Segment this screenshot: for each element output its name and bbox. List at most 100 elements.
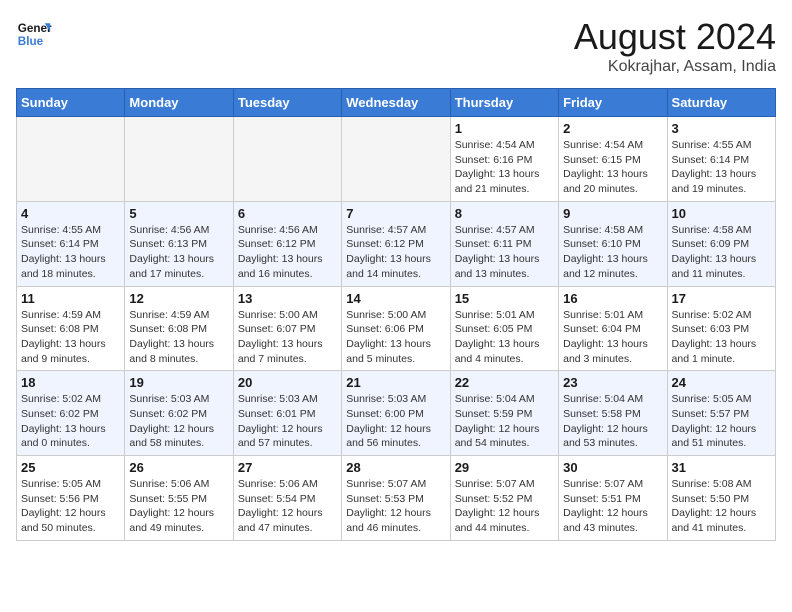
calendar-cell: 27Sunrise: 5:06 AMSunset: 5:54 PMDayligh… <box>233 456 341 541</box>
calendar-cell: 21Sunrise: 5:03 AMSunset: 6:00 PMDayligh… <box>342 371 450 456</box>
day-info: Sunrise: 4:54 AMSunset: 6:15 PMDaylight:… <box>563 138 662 197</box>
weekday-header-monday: Monday <box>125 89 233 117</box>
calendar-cell <box>233 117 341 202</box>
calendar-cell: 6 Sunrise: 4:56 AMSunset: 6:12 PMDaylight… <box>233 201 341 286</box>
day-number: 6 <box>238 206 337 221</box>
day-info: Sunrise: 5:04 AMSunset: 5:59 PMDaylight:… <box>455 392 554 451</box>
day-info: Sunrise: 5:06 AMSunset: 5:55 PMDaylight:… <box>129 477 228 536</box>
day-info: Sunrise: 5:05 AMSunset: 5:57 PMDaylight:… <box>672 392 771 451</box>
day-number: 17 <box>672 291 771 306</box>
day-info: Sunrise: 5:08 AMSunset: 5:50 PMDaylight:… <box>672 477 771 536</box>
calendar-cell: 18 Sunrise: 5:02 AMSunset: 6:02 PMDayligh… <box>17 371 125 456</box>
day-number: 1 <box>455 121 554 136</box>
logo-icon: General Blue <box>16 16 52 52</box>
day-number: 25 <box>21 460 120 475</box>
calendar-cell: 29 Sunrise: 5:07 AMSunset: 5:52 PMDayligh… <box>450 456 558 541</box>
day-info: Sunrise: 5:03 AMSunset: 6:02 PMDaylight:… <box>129 392 228 451</box>
day-number: 7 <box>346 206 445 221</box>
day-info: Sunrise: 4:56 AMSunset: 6:12 PMDaylight:… <box>238 223 337 282</box>
weekday-header-friday: Friday <box>559 89 667 117</box>
logo: General Blue <box>16 16 52 52</box>
calendar-cell: 24Sunrise: 5:05 AMSunset: 5:57 PMDayligh… <box>667 371 775 456</box>
day-number: 14 <box>346 291 445 306</box>
calendar-cell: 10 Sunrise: 4:58 AMSunset: 6:09 PMDayligh… <box>667 201 775 286</box>
day-info: Sunrise: 5:00 AMSunset: 6:07 PMDaylight:… <box>238 308 337 367</box>
calendar-cell: 25 Sunrise: 5:05 AMSunset: 5:56 PMDayligh… <box>17 456 125 541</box>
calendar-cell <box>125 117 233 202</box>
calendar-cell: 28Sunrise: 5:07 AMSunset: 5:53 PMDayligh… <box>342 456 450 541</box>
day-info: Sunrise: 5:02 AMSunset: 6:03 PMDaylight:… <box>672 308 771 367</box>
day-info: Sunrise: 5:07 AMSunset: 5:51 PMDaylight:… <box>563 477 662 536</box>
day-number: 23 <box>563 375 662 390</box>
svg-text:Blue: Blue <box>18 35 44 48</box>
weekday-header-wednesday: Wednesday <box>342 89 450 117</box>
weekday-header-thursday: Thursday <box>450 89 558 117</box>
day-number: 26 <box>129 460 228 475</box>
calendar-week-5: 25 Sunrise: 5:05 AMSunset: 5:56 PMDayligh… <box>17 456 776 541</box>
month-year-title: August 2024 <box>574 16 776 58</box>
day-info: Sunrise: 5:01 AMSunset: 6:04 PMDaylight:… <box>563 308 662 367</box>
calendar-cell: 17 Sunrise: 5:02 AMSunset: 6:03 PMDayligh… <box>667 286 775 371</box>
day-number: 19 <box>129 375 228 390</box>
day-number: 29 <box>455 460 554 475</box>
calendar-cell: 31Sunrise: 5:08 AMSunset: 5:50 PMDayligh… <box>667 456 775 541</box>
day-info: Sunrise: 5:00 AMSunset: 6:06 PMDaylight:… <box>346 308 445 367</box>
day-info: Sunrise: 5:04 AMSunset: 5:58 PMDaylight:… <box>563 392 662 451</box>
day-info: Sunrise: 4:57 AMSunset: 6:11 PMDaylight:… <box>455 223 554 282</box>
calendar-cell: 30 Sunrise: 5:07 AMSunset: 5:51 PMDayligh… <box>559 456 667 541</box>
calendar-cell <box>17 117 125 202</box>
calendar-cell: 3Sunrise: 4:55 AMSunset: 6:14 PMDaylight… <box>667 117 775 202</box>
day-info: Sunrise: 5:06 AMSunset: 5:54 PMDaylight:… <box>238 477 337 536</box>
day-number: 21 <box>346 375 445 390</box>
day-number: 4 <box>21 206 120 221</box>
calendar-week-1: 1Sunrise: 4:54 AMSunset: 6:16 PMDaylight… <box>17 117 776 202</box>
day-number: 10 <box>672 206 771 221</box>
day-number: 12 <box>129 291 228 306</box>
calendar-cell: 12 Sunrise: 4:59 AMSunset: 6:08 PMDayligh… <box>125 286 233 371</box>
calendar-cell: 13 Sunrise: 5:00 AMSunset: 6:07 PMDayligh… <box>233 286 341 371</box>
title-block: August 2024 Kokrajhar, Assam, India <box>574 16 776 76</box>
day-info: Sunrise: 5:02 AMSunset: 6:02 PMDaylight:… <box>21 392 120 451</box>
day-info: Sunrise: 4:58 AMSunset: 6:10 PMDaylight:… <box>563 223 662 282</box>
calendar-cell: 14 Sunrise: 5:00 AMSunset: 6:06 PMDayligh… <box>342 286 450 371</box>
day-number: 9 <box>563 206 662 221</box>
day-number: 15 <box>455 291 554 306</box>
calendar-cell: 5Sunrise: 4:56 AMSunset: 6:13 PMDaylight… <box>125 201 233 286</box>
calendar-cell: 1Sunrise: 4:54 AMSunset: 6:16 PMDaylight… <box>450 117 558 202</box>
day-number: 20 <box>238 375 337 390</box>
day-info: Sunrise: 4:58 AMSunset: 6:09 PMDaylight:… <box>672 223 771 282</box>
calendar-cell <box>342 117 450 202</box>
day-number: 28 <box>346 460 445 475</box>
calendar-cell: 8 Sunrise: 4:57 AMSunset: 6:11 PMDaylight… <box>450 201 558 286</box>
day-number: 13 <box>238 291 337 306</box>
calendar-cell: 15 Sunrise: 5:01 AMSunset: 6:05 PMDayligh… <box>450 286 558 371</box>
day-number: 2 <box>563 121 662 136</box>
location-subtitle: Kokrajhar, Assam, India <box>574 58 776 76</box>
calendar-cell: 22 Sunrise: 5:04 AMSunset: 5:59 PMDayligh… <box>450 371 558 456</box>
calendar-table: SundayMondayTuesdayWednesdayThursdayFrid… <box>16 88 776 541</box>
weekday-header-row: SundayMondayTuesdayWednesdayThursdayFrid… <box>17 89 776 117</box>
day-info: Sunrise: 4:59 AMSunset: 6:08 PMDaylight:… <box>129 308 228 367</box>
day-number: 22 <box>455 375 554 390</box>
day-number: 18 <box>21 375 120 390</box>
calendar-cell: 23 Sunrise: 5:04 AMSunset: 5:58 PMDayligh… <box>559 371 667 456</box>
day-info: Sunrise: 5:01 AMSunset: 6:05 PMDaylight:… <box>455 308 554 367</box>
day-number: 16 <box>563 291 662 306</box>
calendar-cell: 20 Sunrise: 5:03 AMSunset: 6:01 PMDayligh… <box>233 371 341 456</box>
day-info: Sunrise: 4:55 AMSunset: 6:14 PMDaylight:… <box>21 223 120 282</box>
day-info: Sunrise: 5:03 AMSunset: 6:01 PMDaylight:… <box>238 392 337 451</box>
weekday-header-tuesday: Tuesday <box>233 89 341 117</box>
calendar-cell: 4 Sunrise: 4:55 AMSunset: 6:14 PMDaylight… <box>17 201 125 286</box>
calendar-cell: 2 Sunrise: 4:54 AMSunset: 6:15 PMDaylight… <box>559 117 667 202</box>
calendar-cell: 19 Sunrise: 5:03 AMSunset: 6:02 PMDayligh… <box>125 371 233 456</box>
day-info: Sunrise: 5:07 AMSunset: 5:52 PMDaylight:… <box>455 477 554 536</box>
day-info: Sunrise: 5:05 AMSunset: 5:56 PMDaylight:… <box>21 477 120 536</box>
day-info: Sunrise: 4:57 AMSunset: 6:12 PMDaylight:… <box>346 223 445 282</box>
calendar-cell: 26 Sunrise: 5:06 AMSunset: 5:55 PMDayligh… <box>125 456 233 541</box>
day-number: 30 <box>563 460 662 475</box>
day-number: 8 <box>455 206 554 221</box>
weekday-header-saturday: Saturday <box>667 89 775 117</box>
day-number: 5 <box>129 206 228 221</box>
calendar-cell: 9 Sunrise: 4:58 AMSunset: 6:10 PMDaylight… <box>559 201 667 286</box>
calendar-week-2: 4 Sunrise: 4:55 AMSunset: 6:14 PMDaylight… <box>17 201 776 286</box>
